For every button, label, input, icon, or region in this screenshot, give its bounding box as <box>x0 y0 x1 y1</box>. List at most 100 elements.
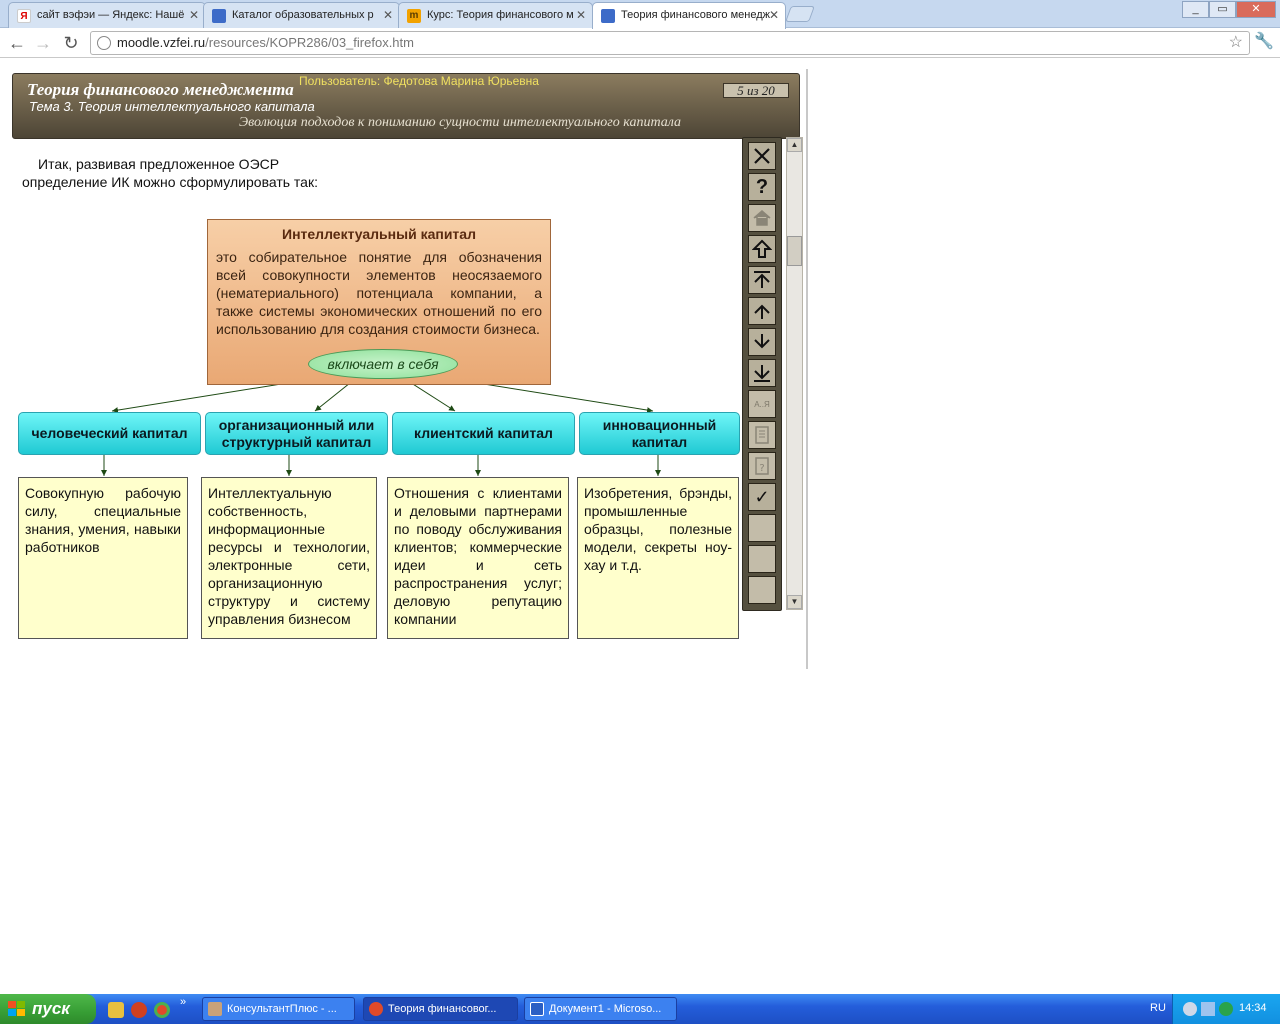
includes-label: включает в себя <box>308 349 458 379</box>
intro-line: определение ИК можно сформулировать так: <box>22 174 318 190</box>
description-human-capital: Совокупную рабочую силу, специальные зна… <box>18 477 188 639</box>
reload-button[interactable]: ↻ <box>60 32 82 54</box>
forward-button[interactable]: → <box>32 32 54 54</box>
windows-flag-icon <box>8 1001 25 1016</box>
glossary-icon: А..Я <box>754 399 770 409</box>
check-icon: ✓ <box>754 486 770 507</box>
up-button[interactable] <box>748 235 776 263</box>
tab-course[interactable]: m Курс: Теория финансового м ✕ <box>398 2 593 28</box>
quicklaunch-icon[interactable] <box>131 1002 147 1018</box>
url-path: /resources/KOPR286/03_firefox.htm <box>205 35 414 50</box>
empty-button[interactable] <box>748 514 776 542</box>
empty-button[interactable] <box>748 576 776 604</box>
close-button[interactable] <box>748 142 776 170</box>
tab-catalog[interactable]: Каталог образовательных р ✕ <box>203 2 400 28</box>
category-client-capital: клиентский капитал <box>392 412 575 455</box>
task-label: Документ1 - Microso... <box>549 1003 662 1015</box>
tray-app-icon[interactable] <box>1219 1002 1233 1016</box>
tray-arrow-icon[interactable] <box>1183 1002 1197 1016</box>
page-icon <box>212 9 226 23</box>
clock[interactable]: 14:34 <box>1239 1002 1267 1014</box>
close-window-button[interactable]: ✕ <box>1236 1 1276 18</box>
yandex-icon: Я <box>17 9 31 23</box>
test-button[interactable]: ? <box>748 452 776 480</box>
tab-label: Курс: Теория финансового м <box>427 9 574 21</box>
language-indicator[interactable]: RU <box>1150 1002 1166 1014</box>
back-button[interactable]: ← <box>6 32 28 54</box>
help-icon: ? <box>755 175 769 198</box>
scroll-up-icon[interactable]: ▲ <box>787 138 802 152</box>
user-name: Пользователь: Федотова Марина Юрьевна <box>299 74 539 88</box>
chrome-icon[interactable] <box>154 1002 170 1018</box>
prev-page-icon <box>754 304 770 319</box>
close-tab-icon[interactable]: ✕ <box>576 8 586 22</box>
course-banner: Теория финансового менеджмента Пользоват… <box>12 73 800 139</box>
task-browser[interactable]: Теория финансовог... <box>363 997 518 1021</box>
close-icon <box>754 148 770 164</box>
check-button[interactable]: ✓ <box>748 483 776 511</box>
definition-text: это собирательное понятие для обозначени… <box>216 249 542 337</box>
tab-label: сайт вэфэи — Яндекс: Нашё <box>37 9 185 21</box>
quicklaunch-icon[interactable] <box>108 1002 124 1018</box>
help-button[interactable]: ? <box>748 173 776 201</box>
page-counter: 5 из 20 <box>723 83 789 98</box>
taskbar: пуск » КонсультантПлюс - ... Теория фина… <box>0 994 1280 1024</box>
close-tab-icon[interactable]: ✕ <box>769 8 779 22</box>
minimize-button[interactable]: _ <box>1182 1 1209 18</box>
task-word[interactable]: Документ1 - Microso... <box>524 997 677 1021</box>
network-icon[interactable] <box>1201 1002 1215 1016</box>
first-page-icon <box>754 271 770 288</box>
start-button[interactable]: пуск <box>0 994 96 1024</box>
task-label: КонсультантПлюс - ... <box>227 1003 337 1015</box>
wrench-icon[interactable]: 🔧 <box>1254 31 1274 51</box>
test-icon: ? <box>755 457 769 475</box>
category-human-capital: человеческий капитал <box>18 412 201 455</box>
home-button[interactable] <box>748 204 776 232</box>
first-page-button[interactable] <box>748 266 776 294</box>
page-icon <box>601 9 615 23</box>
page-divider <box>806 69 808 669</box>
home-icon <box>753 210 771 226</box>
prev-page-button[interactable] <box>748 297 776 325</box>
notes-button[interactable] <box>748 421 776 449</box>
tab-yandex[interactable]: Я сайт вэфэи — Яндекс: Нашё ✕ <box>8 2 206 28</box>
intro-line: Итак, развивая предложенное ОЭСР <box>38 156 280 172</box>
address-bar[interactable]: moodle.vzfei.ru/resources/KOPR286/03_fir… <box>90 31 1250 55</box>
up-arrow-icon <box>752 239 772 258</box>
description-structural-capital: Интеллектуальную собственность, информац… <box>201 477 377 639</box>
start-label: пуск <box>32 999 70 1018</box>
word-icon <box>530 1002 544 1016</box>
course-title: Теория финансового менеджмента <box>27 80 294 99</box>
navigation-toolbar: ? А..Я ? ✓ <box>742 137 782 611</box>
last-page-icon <box>754 365 770 382</box>
section-subtitle: Эволюция подходов к пониманию сущности и… <box>239 115 682 130</box>
scroll-down-icon[interactable]: ▼ <box>787 595 802 609</box>
tab-current[interactable]: Теория финансового менедж ✕ <box>592 2 786 29</box>
close-tab-icon[interactable]: ✕ <box>189 8 199 22</box>
next-page-button[interactable] <box>748 328 776 356</box>
tab-label: Каталог образовательных р <box>232 9 374 21</box>
glossary-button[interactable]: А..Я <box>748 390 776 418</box>
last-page-button[interactable] <box>748 359 776 387</box>
tab-label: Теория финансового менедж <box>621 9 771 21</box>
maximize-button[interactable]: ▭ <box>1209 1 1236 18</box>
chrome-icon <box>369 1002 383 1016</box>
notes-icon <box>755 426 769 444</box>
scroll-thumb[interactable] <box>787 236 802 266</box>
chevron-icon[interactable]: » <box>180 996 186 1008</box>
browser-toolbar: ← → ↻ moodle.vzfei.ru/resources/KOPR286/… <box>0 28 1280 58</box>
category-structural-capital: организационный или структурный капитал <box>205 412 388 455</box>
bookmark-star-icon[interactable]: ☆ <box>1229 32 1243 54</box>
task-consultant[interactable]: КонсультантПлюс - ... <box>202 997 355 1021</box>
description-innovation-capital: Изобретения, брэнды, промышленные образц… <box>577 477 739 639</box>
moodle-icon: m <box>407 9 421 23</box>
description-client-capital: Отношения с клиентами и деловыми партнер… <box>387 477 569 639</box>
page-content: Теория финансового менеджмента Пользоват… <box>0 59 1280 994</box>
intro-text: Итак, развивая предложенное ОЭСР определ… <box>22 155 342 191</box>
new-tab-button[interactable] <box>785 6 815 22</box>
empty-button[interactable] <box>748 545 776 573</box>
next-page-icon <box>754 334 770 349</box>
close-tab-icon[interactable]: ✕ <box>383 8 393 22</box>
globe-icon <box>97 36 111 50</box>
vertical-scrollbar[interactable]: ▲ ▼ <box>786 137 803 610</box>
